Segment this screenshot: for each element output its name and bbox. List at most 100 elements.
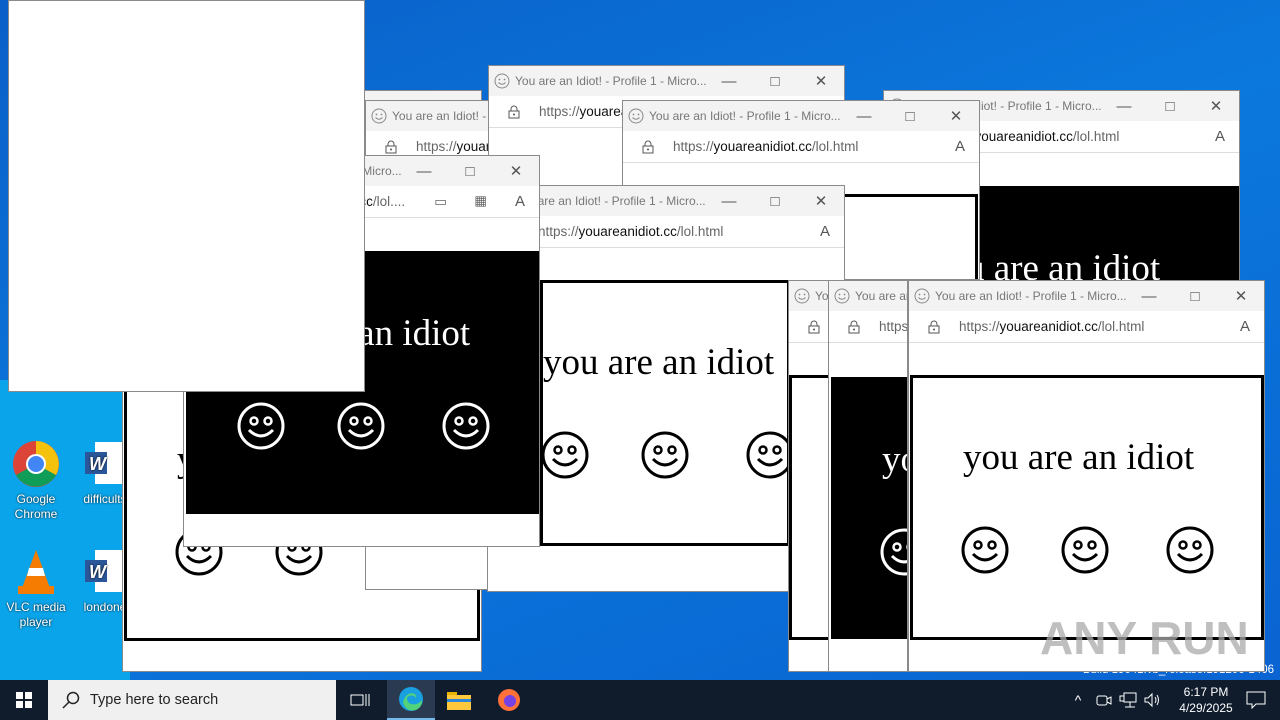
blank-white-window[interactable] [8, 0, 365, 392]
lock-icon [927, 320, 941, 334]
window-title: You are an Idiot! - Profile 1 - Micro... [649, 109, 841, 123]
close-button[interactable]: ✕ [798, 66, 844, 96]
smiley-face-icon [880, 528, 907, 576]
minimize-button[interactable]: — [1101, 91, 1147, 121]
smiley-face-icon [543, 431, 589, 479]
browser-window[interactable]: You are an Idiot! - Profile 1 - Micro...… [828, 280, 908, 672]
show-hidden-icons[interactable]: ^ [1066, 680, 1090, 720]
search-icon [62, 691, 80, 709]
page-frame: you are an idiot [910, 375, 1264, 640]
svg-text:W: W [89, 454, 108, 474]
read-aloud-icon[interactable]: A [1240, 318, 1250, 335]
url-host: youareanidiot.cc [999, 319, 1098, 334]
close-button[interactable]: ✕ [1193, 91, 1239, 121]
close-button[interactable]: ✕ [798, 186, 844, 216]
address-bar[interactable]: https://youareanidiot.cc/lol.html A [623, 131, 979, 163]
close-button[interactable]: ✕ [933, 101, 979, 131]
url-scheme: https:// [959, 319, 1000, 334]
firefox-icon [498, 689, 520, 711]
smiley-face-icon [1061, 526, 1109, 574]
taskbar: Type here to search ^ 6:17 PM 4/29/2025 [0, 680, 1280, 720]
url-text[interactable]: https://youareanidiot.cc/lol.html [959, 319, 1144, 334]
title-bar[interactable]: You are an Idiot! - Profile 1 - Micro...… [489, 66, 844, 96]
maximize-button[interactable]: □ [1147, 91, 1193, 121]
url-host: youareanidiot.cc [713, 139, 812, 154]
url-path: /lol.html [1072, 129, 1120, 144]
smiley-face-icon [1166, 526, 1214, 574]
close-button[interactable]: ✕ [493, 156, 539, 186]
windows-icon [16, 692, 32, 708]
smiley-favicon-icon [371, 108, 387, 124]
app-available-icon[interactable]: ▭ [434, 194, 447, 210]
url-path: /lol.html [1097, 319, 1145, 334]
url-scheme: https:// [539, 104, 580, 119]
smiley-face-icon [746, 431, 787, 479]
window-title: You are an Idiot! - Profile 1 - Micro... [855, 289, 907, 303]
meet-now-icon[interactable] [1092, 680, 1116, 720]
lock-icon [641, 140, 655, 154]
taskbar-firefox[interactable] [485, 680, 533, 720]
maximize-button[interactable]: □ [447, 156, 493, 186]
minimize-button[interactable]: — [706, 186, 752, 216]
address-bar[interactable]: https://youareanidiot.cc/lol.html [829, 311, 907, 343]
page-frame: you are an idiot [540, 280, 790, 546]
desktop-area [0, 380, 130, 680]
maximize-button[interactable]: □ [887, 101, 933, 131]
folder-icon [447, 692, 471, 710]
maximize-button[interactable]: □ [1172, 281, 1218, 311]
read-aloud-icon[interactable]: A [515, 193, 525, 210]
search-box[interactable]: Type here to search [48, 680, 336, 720]
maximize-button[interactable]: □ [752, 186, 798, 216]
url-host: youareanidiot.cc [578, 224, 677, 239]
minimize-button[interactable]: — [401, 156, 447, 186]
taskbar-file-explorer[interactable] [435, 680, 483, 720]
action-center-button[interactable] [1232, 680, 1280, 720]
idiot-message: you are an idiot [882, 439, 907, 480]
clock-date: 4/29/2025 [1179, 701, 1233, 715]
address-bar[interactable]: https://youareanidiot.cc/lol.html A [488, 216, 844, 248]
read-aloud-icon[interactable]: A [955, 138, 965, 155]
chrome-icon [12, 440, 60, 488]
close-button[interactable]: ✕ [1218, 281, 1264, 311]
title-bar[interactable]: You are an Idiot! - Profile 1 - Micro...… [909, 281, 1264, 311]
idiot-message: you are an idiot [963, 437, 1195, 478]
minimize-button[interactable]: — [841, 101, 887, 131]
url-scheme: https:// [879, 319, 908, 334]
desktop-icon-vlc[interactable]: VLC media player [1, 548, 71, 630]
desktop-icon-label: VLC media player [6, 600, 66, 629]
network-icon[interactable] [1116, 680, 1140, 720]
lock-icon [807, 320, 821, 334]
url-scheme: https:// [538, 224, 579, 239]
taskbar-edge[interactable] [387, 680, 435, 720]
url-text[interactable]: https://youareanidiot.cc/lol.html [879, 319, 908, 334]
lock-icon [507, 105, 521, 119]
url-text[interactable]: https://youareanidiot.cc/lol.html [673, 139, 858, 154]
smiley-favicon-icon [628, 108, 644, 124]
anyrun-watermark: ANY RUN [1040, 612, 1249, 664]
maximize-button[interactable]: □ [752, 66, 798, 96]
read-aloud-icon[interactable]: A [820, 223, 830, 240]
minimize-button[interactable]: — [1126, 281, 1172, 311]
url-scheme: https:// [673, 139, 714, 154]
smiley-favicon-icon [794, 288, 810, 304]
notification-icon [1246, 691, 1266, 709]
qr-code-icon[interactable]: ▦ [474, 193, 487, 209]
title-bar[interactable]: You are an Idiot! - Profile 1 - Micro... [829, 281, 907, 311]
smiley-favicon-icon [834, 288, 850, 304]
read-aloud-icon[interactable]: A [1215, 128, 1225, 145]
title-bar[interactable]: You are an Idiot! - Profile 1 - Micro...… [623, 101, 979, 131]
start-button[interactable] [0, 680, 48, 720]
title-bar[interactable]: You are an Idiot! - Profile 1 - Micro...… [488, 186, 844, 216]
address-bar[interactable]: https://youareanidiot.cc/lol.html A [909, 311, 1264, 343]
desktop-icon-label: Google Chrome [14, 492, 58, 521]
desktop-icon-google-chrome[interactable]: Google Chrome [1, 440, 71, 522]
clock-time: 6:17 PM [1183, 685, 1229, 699]
lock-icon [384, 140, 398, 154]
task-view-button[interactable] [336, 680, 384, 720]
url-path: /lol.... [372, 194, 406, 209]
search-placeholder: Type here to search [90, 692, 219, 708]
minimize-button[interactable]: — [706, 66, 752, 96]
url-text[interactable]: https://youareanidiot.cc/lol.html [538, 224, 723, 239]
smiley-face-icon [337, 402, 385, 450]
volume-icon[interactable] [1140, 680, 1164, 720]
